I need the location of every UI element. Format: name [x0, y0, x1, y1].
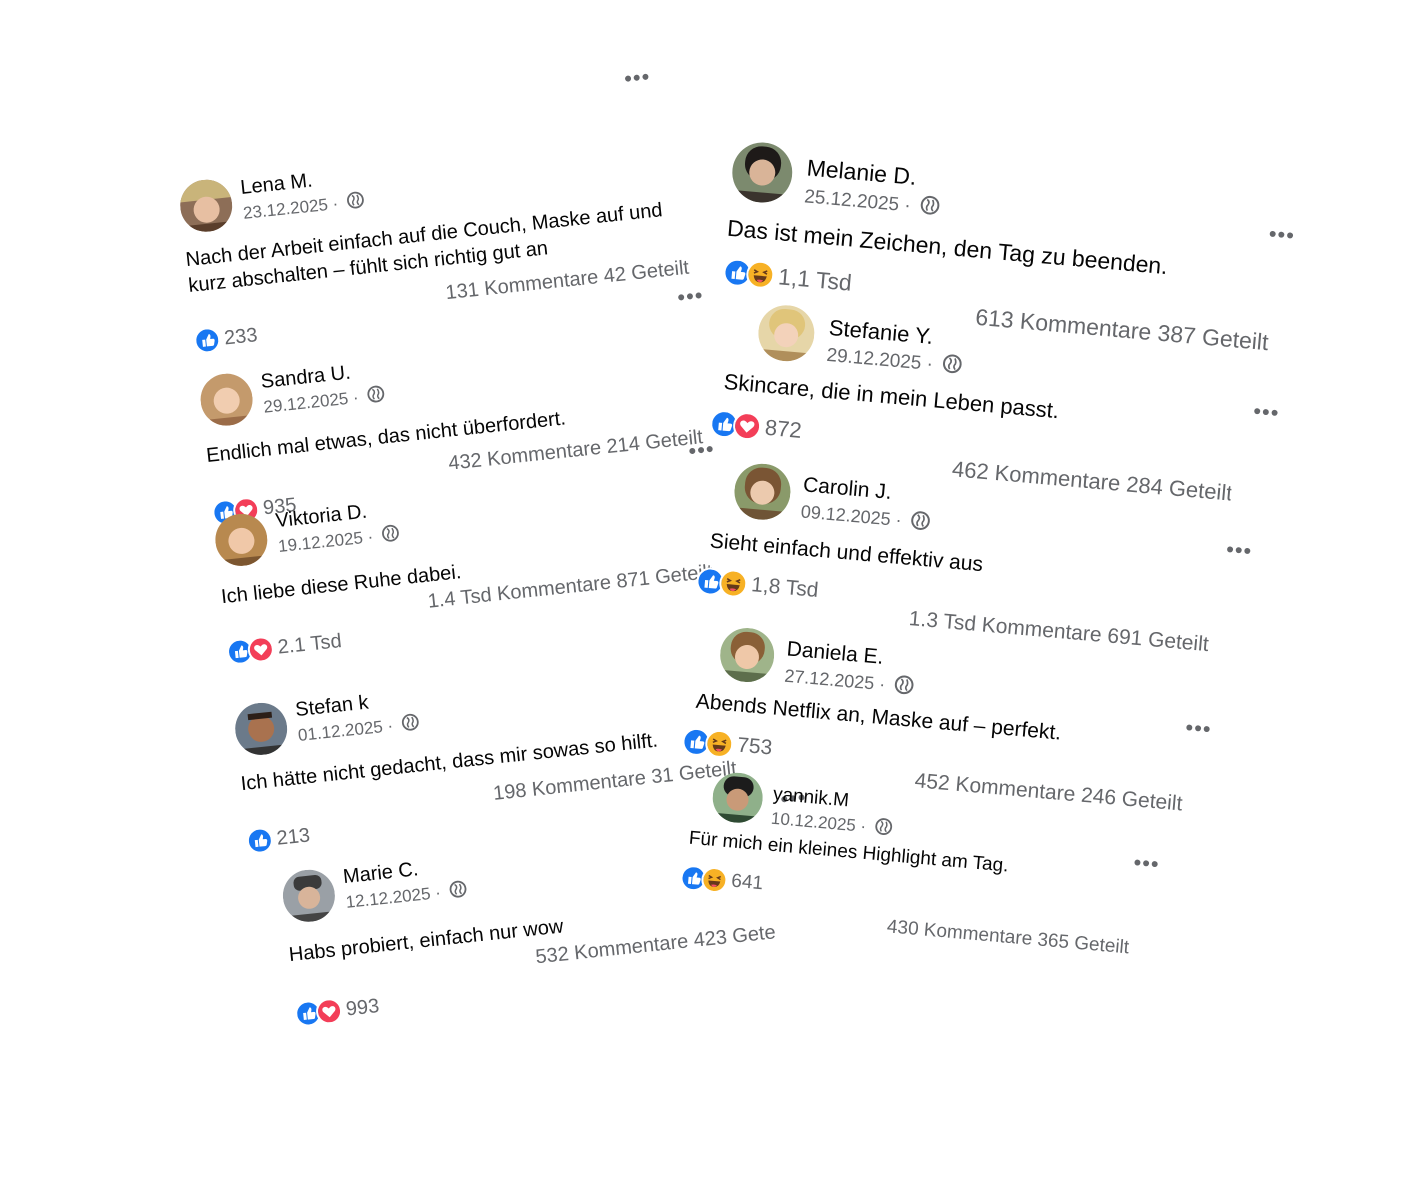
- post-text: Habs probiert, einfach nur wow: [288, 913, 565, 968]
- date-separator: ·: [903, 195, 912, 217]
- post-date-text: 09.12.2025: [800, 501, 892, 530]
- love-reaction-icon: [314, 997, 344, 1026]
- reaction-summary[interactable]: 872: [709, 408, 803, 445]
- post-date: 29.12.2025 ·: [825, 343, 963, 381]
- author-name[interactable]: Stefan k: [294, 692, 369, 723]
- date-separator: ·: [366, 527, 375, 547]
- post-card: ••• Lena M. 23.12.2025 · Nach der Arbeit…: [170, 54, 725, 355]
- globe-icon: [381, 523, 401, 548]
- reaction-count: 641: [730, 870, 764, 895]
- haha-reaction-icon: [700, 865, 729, 895]
- avatar[interactable]: [756, 302, 817, 364]
- post-stats[interactable]: 430 Kommentare 365 Geteilt: [886, 916, 1130, 959]
- post-text-line: Ich liebe diese Ruhe dabei.: [220, 561, 463, 609]
- more-options-icon[interactable]: •••: [1225, 536, 1253, 563]
- avatar[interactable]: [232, 700, 290, 758]
- post-date-text: 01.12.2025: [297, 717, 384, 745]
- globe-icon: [941, 353, 963, 381]
- reaction-count: 993: [344, 994, 381, 1020]
- author-name[interactable]: Lena M.: [239, 170, 313, 200]
- date-separator: ·: [386, 716, 395, 736]
- post-date: 09.12.2025 ·: [800, 500, 932, 536]
- globe-icon: [401, 712, 421, 737]
- more-options-icon[interactable]: •••: [1252, 398, 1280, 425]
- date-separator: ·: [859, 816, 867, 836]
- date-separator: ·: [351, 387, 360, 408]
- love-reaction-icon: [246, 635, 276, 664]
- more-options-icon[interactable]: •••: [676, 282, 705, 310]
- reaction-summary[interactable]: 753: [681, 726, 774, 763]
- avatar[interactable]: [280, 867, 338, 925]
- reaction-summary[interactable]: 993: [293, 993, 381, 1028]
- date-separator: ·: [434, 883, 442, 903]
- date-separator: ·: [894, 509, 903, 531]
- post-date-text: 19.12.2025: [277, 528, 364, 557]
- post-date-text: 10.12.2025: [770, 808, 857, 836]
- post-date-text: 23.12.2025: [242, 195, 329, 223]
- reaction-count: 1,8 Tsd: [750, 573, 820, 602]
- reaction-count: 1,1 Tsd: [777, 262, 853, 296]
- avatar[interactable]: [710, 770, 765, 825]
- date-separator: ·: [331, 193, 340, 214]
- globe-icon: [346, 190, 366, 215]
- avatar[interactable]: [732, 461, 793, 523]
- reaction-summary[interactable]: 2.1 Tsd: [225, 628, 343, 666]
- date-separator: ·: [925, 353, 934, 376]
- post-date: 25.12.2025 ·: [803, 184, 941, 222]
- avatar[interactable]: [198, 371, 256, 429]
- reaction-count: 2.1 Tsd: [276, 629, 343, 659]
- post-text: Ich liebe diese Ruhe dabei.: [220, 559, 463, 610]
- reaction-summary[interactable]: 1,8 Tsd: [695, 566, 819, 605]
- love-reaction-icon: [731, 410, 763, 442]
- avatar[interactable]: [177, 177, 235, 235]
- more-options-icon[interactable]: •••: [1133, 850, 1161, 877]
- reaction-count: 213: [275, 823, 312, 850]
- haha-reaction-icon: [718, 568, 749, 599]
- more-options-icon[interactable]: •••: [1184, 715, 1212, 742]
- globe-icon: [893, 674, 915, 701]
- post-date-text: 29.12.2025: [262, 388, 350, 417]
- globe-icon: [909, 510, 931, 537]
- right-feed-column: Melanie D. 25.12.2025 · ••• Das ist mein…: [660, 140, 1296, 1046]
- avatar[interactable]: [212, 511, 270, 569]
- post-date-text: 25.12.2025: [803, 186, 900, 216]
- haha-reaction-icon: [704, 728, 735, 760]
- reaction-count: 753: [736, 733, 774, 760]
- post-date-text: 29.12.2025: [825, 344, 923, 375]
- post-date-text: 27.12.2025: [783, 665, 876, 694]
- globe-icon: [448, 879, 468, 904]
- globe-icon: [366, 384, 386, 409]
- post-date: 27.12.2025 ·: [783, 664, 915, 700]
- post-date-text: 12.12.2025: [344, 884, 432, 912]
- post-stats[interactable]: 1.4 Tsd Kommentare 871 Geteilt: [427, 561, 714, 614]
- more-options-icon[interactable]: •••: [623, 64, 652, 92]
- haha-reaction-icon: [745, 259, 776, 290]
- author-name[interactable]: Carolin J.: [802, 473, 892, 505]
- reaction-summary[interactable]: 641: [679, 864, 764, 897]
- avatar[interactable]: [717, 625, 777, 685]
- globe-icon: [874, 817, 894, 841]
- reaction-summary[interactable]: 1,1 Tsd: [722, 257, 853, 297]
- like-reaction-icon: [245, 826, 275, 855]
- avatar[interactable]: [729, 140, 795, 206]
- reaction-count: 872: [763, 414, 803, 443]
- date-separator: ·: [878, 673, 887, 695]
- globe-icon: [919, 194, 941, 222]
- more-options-icon[interactable]: •••: [1268, 221, 1296, 248]
- post-text-line: Habs probiert, einfach nur wow: [287, 915, 565, 967]
